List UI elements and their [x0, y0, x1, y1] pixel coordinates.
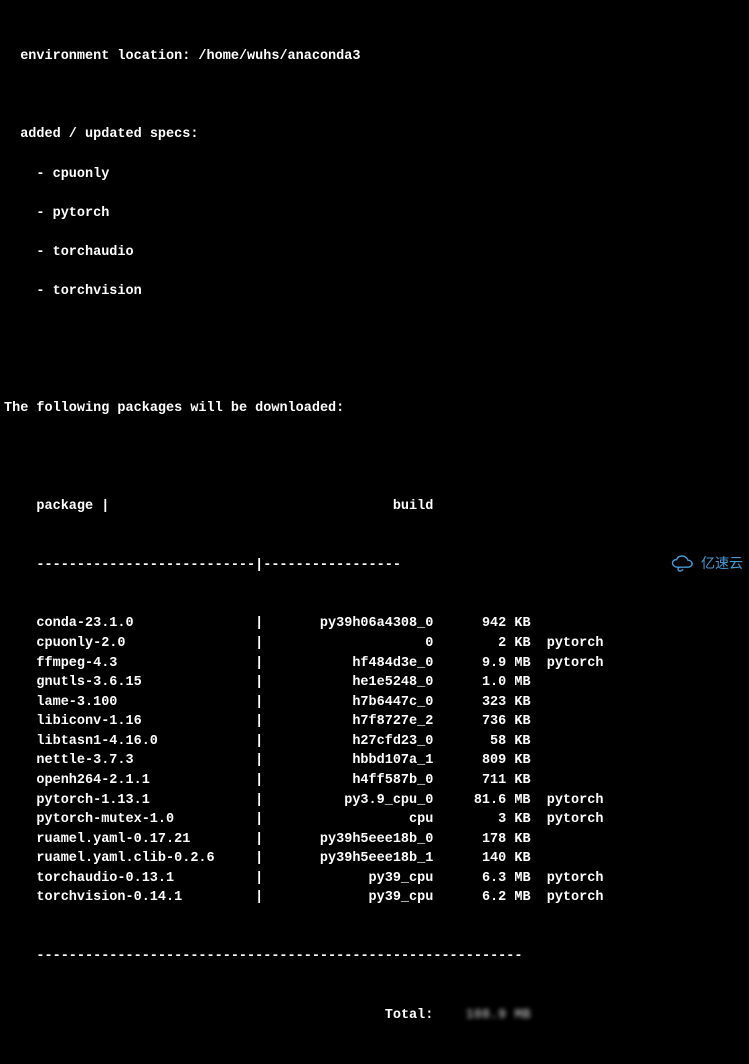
pkg-channel: pytorch — [531, 888, 612, 908]
pkg-channel — [531, 849, 612, 869]
table-row: gnutls-3.6.15 |he1e5248_01.0 MB — [4, 673, 741, 693]
pkg-name: pytorch-mutex-1.0 | — [4, 810, 271, 830]
spec-item: - cpuonly — [4, 165, 741, 185]
col-header-package: package — [4, 497, 271, 517]
pkg-size: 140 KB — [433, 849, 530, 869]
pkg-build: py39h5eee18b_1 — [271, 849, 433, 869]
pkg-channel: pytorch — [531, 634, 612, 654]
pkg-build: he1e5248_0 — [271, 673, 433, 693]
pkg-build: cpu — [271, 810, 433, 830]
pkg-build: py3.9_cpu_0 — [271, 791, 433, 811]
pkg-size: 3 KB — [433, 810, 530, 830]
pkg-name: openh264-2.1.1 | — [4, 771, 271, 791]
pkg-name: gnutls-3.6.15 | — [4, 673, 271, 693]
spec-item: - torchaudio — [4, 243, 741, 263]
table-row: cpuonly-2.0 |02 KBpytorch — [4, 634, 741, 654]
watermark: 亿速云 — [669, 553, 743, 573]
pkg-name: torchvision-0.14.1 | — [4, 888, 271, 908]
pkg-build: hf484d3e_0 — [271, 654, 433, 674]
pkg-channel: pytorch — [531, 791, 612, 811]
pkg-name: ruamel.yaml-0.17.21 | — [4, 830, 271, 850]
pkg-size: 178 KB — [433, 830, 530, 850]
pkg-size: 323 KB — [433, 693, 530, 713]
total-label: Total: — [4, 1006, 433, 1026]
pkg-channel — [531, 673, 612, 693]
table-row: nettle-3.7.3 |hbbd107a_1809 KB — [4, 751, 741, 771]
pkg-size: 2 KB — [433, 634, 530, 654]
pkg-name: libtasn1-4.16.0 | — [4, 732, 271, 752]
pkg-build: hbbd107a_1 — [271, 751, 433, 771]
pkg-build: h7b6447c_0 — [271, 693, 433, 713]
table-row: ruamel.yaml-0.17.21 |py39h5eee18b_0178 K… — [4, 830, 741, 850]
pkg-size: 942 KB — [433, 614, 530, 634]
table-row: pytorch-1.13.1 |py3.9_cpu_081.6 MBpytorc… — [4, 791, 741, 811]
pkg-size: 81.6 MB — [433, 791, 530, 811]
total-value: 108.9 MB — [433, 1006, 530, 1026]
total-row: Total: 108.9 MB — [4, 1006, 741, 1026]
cloud-icon — [669, 554, 697, 572]
table-row: ffmpeg-4.3 |hf484d3e_09.9 MBpytorch — [4, 654, 741, 674]
table-row: torchvision-0.14.1 |py39_cpu6.2 MBpytorc… — [4, 888, 741, 908]
pkg-channel: pytorch — [531, 869, 612, 889]
spec-item: - torchvision — [4, 282, 741, 302]
table-row: libiconv-1.16 |h7f8727e_2736 KB — [4, 712, 741, 732]
pkg-size: 711 KB — [433, 771, 530, 791]
pkg-name: nettle-3.7.3 | — [4, 751, 271, 771]
table-row: openh264-2.1.1 |h4ff587b_0711 KB — [4, 771, 741, 791]
spec-item: - pytorch — [4, 204, 741, 224]
watermark-text: 亿速云 — [701, 553, 743, 573]
download-header: The following packages will be downloade… — [4, 399, 741, 419]
pkg-name: conda-23.1.0 | — [4, 614, 271, 634]
pkg-build: py39h5eee18b_0 — [271, 830, 433, 850]
pkg-size: 6.3 MB — [433, 869, 530, 889]
pkg-size: 58 KB — [433, 732, 530, 752]
pkg-channel — [531, 614, 612, 634]
col-header-build: build — [271, 497, 433, 517]
pkg-channel — [531, 693, 612, 713]
pkg-channel — [531, 771, 612, 791]
pkg-build: h4ff587b_0 — [271, 771, 433, 791]
pkg-build: h7f8727e_2 — [271, 712, 433, 732]
pkg-channel: pytorch — [531, 654, 612, 674]
pkg-build: py39_cpu — [271, 888, 433, 908]
pkg-name: ruamel.yaml.clib-0.2.6 | — [4, 849, 271, 869]
pkg-size: 1.0 MB — [433, 673, 530, 693]
table-divider: ---------------------------|------------… — [4, 556, 741, 576]
env-location: environment location: /home/wuhs/anacond… — [4, 47, 741, 67]
table-row: conda-23.1.0 |py39h06a4308_0942 KB — [4, 614, 741, 634]
table-row: torchaudio-0.13.1 |py39_cpu6.3 MBpytorch — [4, 869, 741, 889]
pkg-channel: pytorch — [531, 810, 612, 830]
pkg-build: h27cfd23_0 — [271, 732, 433, 752]
pkg-name: torchaudio-0.13.1 | — [4, 869, 271, 889]
pkg-name: pytorch-1.13.1 | — [4, 791, 271, 811]
pkg-name: libiconv-1.16 | — [4, 712, 271, 732]
pkg-build: 0 — [271, 634, 433, 654]
table-row: lame-3.100 |h7b6447c_0323 KB — [4, 693, 741, 713]
pkg-size: 736 KB — [433, 712, 530, 732]
pkg-build: py39h06a4308_0 — [271, 614, 433, 634]
total-divider: ----------------------------------------… — [4, 947, 741, 967]
pkg-channel — [531, 712, 612, 732]
pkg-channel — [531, 732, 612, 752]
table-row: libtasn1-4.16.0 |h27cfd23_058 KB — [4, 732, 741, 752]
table-row: ruamel.yaml.clib-0.2.6 |py39h5eee18b_114… — [4, 849, 741, 869]
pkg-name: lame-3.100 | — [4, 693, 271, 713]
pkg-size: 6.2 MB — [433, 888, 530, 908]
table-row: pytorch-mutex-1.0 |cpu3 KBpytorch — [4, 810, 741, 830]
pkg-channel — [531, 751, 612, 771]
pkg-channel — [531, 830, 612, 850]
pkg-size: 809 KB — [433, 751, 530, 771]
pkg-name: cpuonly-2.0 | — [4, 634, 271, 654]
pkg-size: 9.9 MB — [433, 654, 530, 674]
pkg-name: ffmpeg-4.3 | — [4, 654, 271, 674]
specs-header: added / updated specs: — [4, 125, 741, 145]
table-header-row: package build — [4, 497, 741, 517]
pkg-build: py39_cpu — [271, 869, 433, 889]
terminal-output: environment location: /home/wuhs/anacond… — [4, 8, 741, 1064]
